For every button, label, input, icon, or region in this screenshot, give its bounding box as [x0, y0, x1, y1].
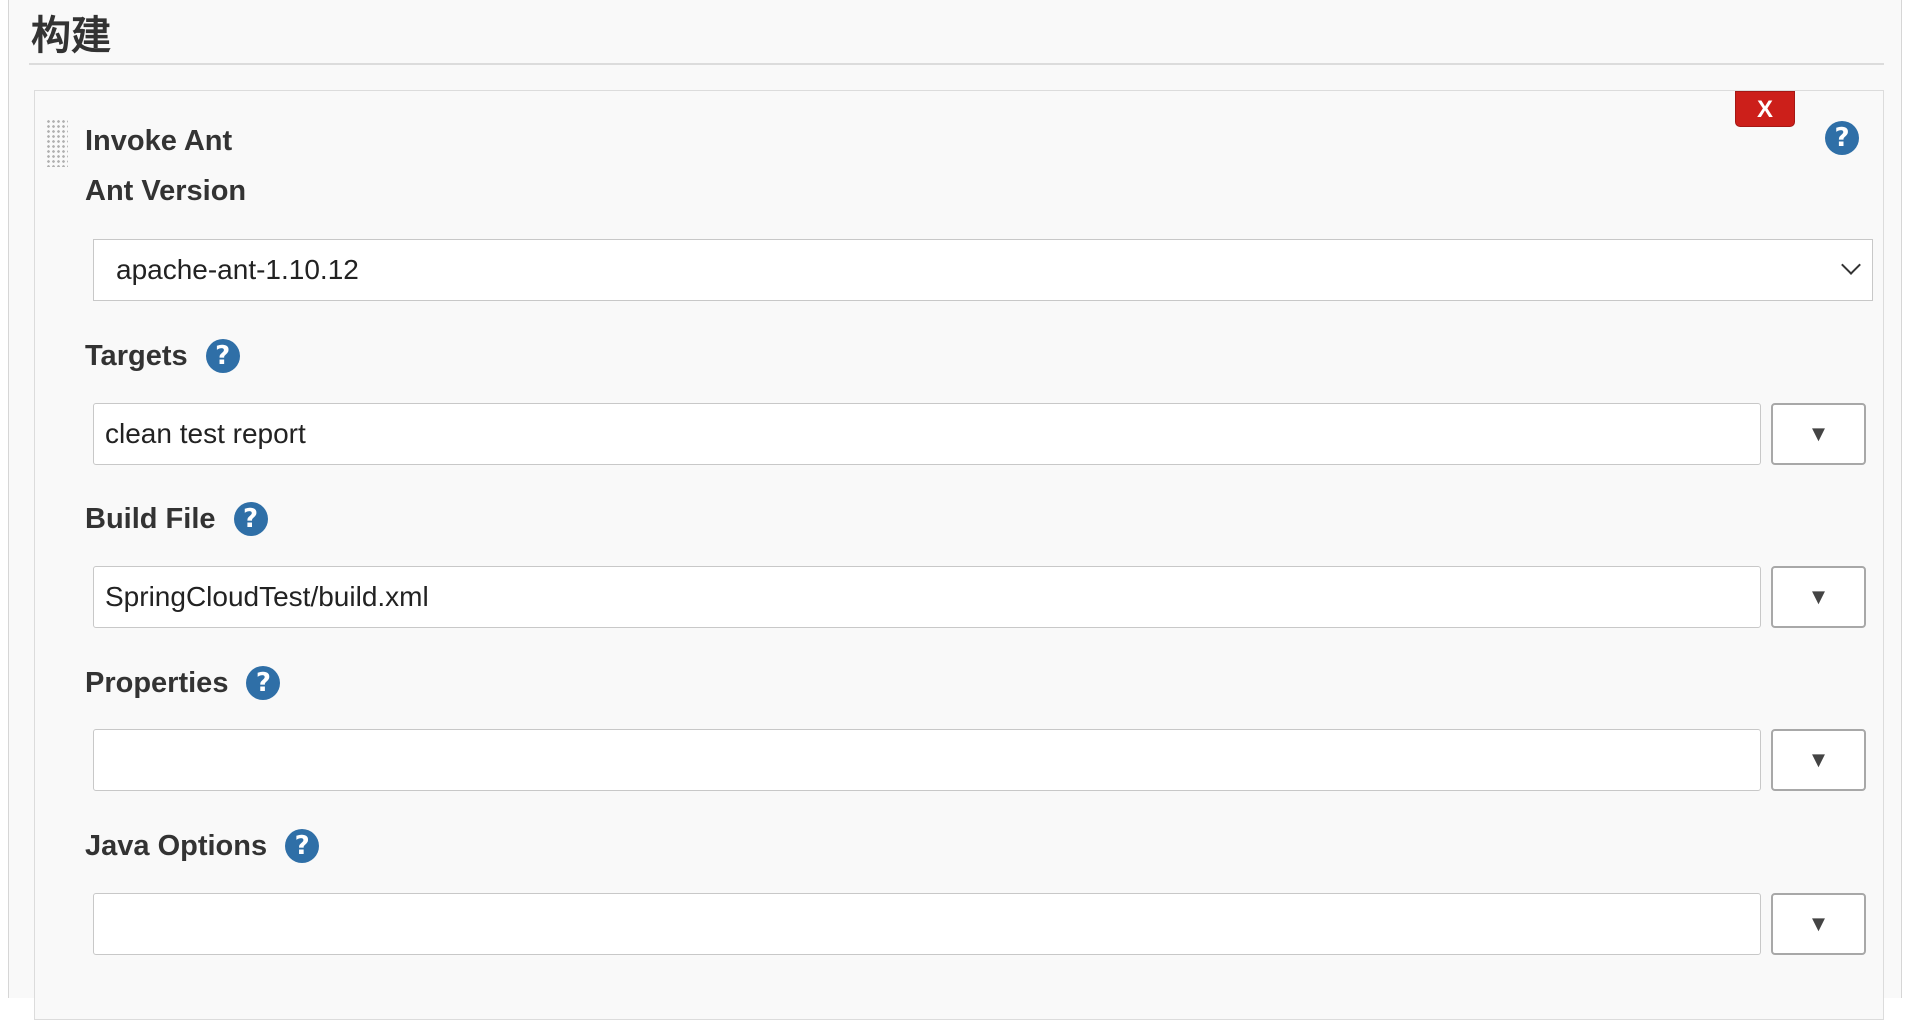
ant-version-selected-value: apache-ant-1.10.12	[116, 254, 359, 285]
properties-expand-button[interactable]: ▼	[1771, 729, 1866, 791]
section-divider	[29, 63, 1884, 65]
targets-expand-button[interactable]: ▼	[1771, 403, 1866, 465]
properties-label: Properties ?	[85, 663, 281, 703]
section-title: 构建	[31, 13, 111, 59]
properties-input[interactable]	[93, 729, 1761, 791]
help-icon[interactable]: ?	[205, 339, 240, 373]
help-icon[interactable]: ?	[1825, 121, 1859, 155]
chevron-down-icon	[1841, 255, 1861, 275]
build-file-label: Build File ?	[85, 499, 268, 539]
build-file-expand-button[interactable]: ▼	[1771, 566, 1866, 628]
targets-label-text: Targets	[85, 340, 188, 372]
properties-label-text: Properties	[85, 667, 229, 699]
java-options-expand-button[interactable]: ▼	[1771, 893, 1866, 955]
help-icon[interactable]: ?	[233, 502, 268, 536]
help-icon[interactable]: ?	[285, 829, 320, 863]
targets-input[interactable]: clean test report	[93, 403, 1761, 465]
invoke-ant-build-step: Invoke Ant X ? Ant Version apache-ant-1.…	[34, 90, 1884, 1020]
java-options-label-text: Java Options	[85, 830, 268, 862]
delete-step-button[interactable]: X	[1735, 91, 1795, 127]
ant-version-label: Ant Version	[85, 171, 246, 211]
java-options-input[interactable]	[93, 893, 1761, 955]
drag-handle-icon[interactable]	[46, 119, 68, 167]
build-file-input[interactable]: SpringCloudTest/build.xml	[93, 566, 1761, 628]
java-options-label: Java Options ?	[85, 826, 320, 866]
ant-version-select[interactable]: apache-ant-1.10.12	[93, 239, 1873, 301]
help-icon[interactable]: ?	[246, 666, 281, 700]
ant-version-label-text: Ant Version	[85, 175, 247, 207]
targets-label: Targets ?	[85, 336, 240, 376]
build-file-label-text: Build File	[85, 503, 216, 535]
build-step-title: Invoke Ant	[85, 125, 233, 157]
build-config-page: 构建 Invoke Ant X ? Ant Version apache-ant…	[8, 0, 1902, 1020]
